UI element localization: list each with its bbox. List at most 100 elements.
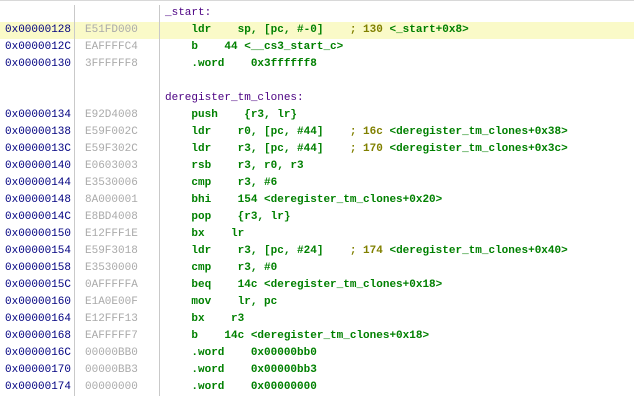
- mnemonic: mov: [191, 296, 211, 308]
- symbol-link[interactable]: <deregister_tm_clones+0x18>: [264, 279, 442, 291]
- address-cell: 0x00000154: [0, 243, 75, 260]
- disassembly-cell: bx r3: [160, 311, 634, 328]
- operands: 0x00000bb0: [251, 347, 317, 359]
- mnemonic: push: [191, 109, 217, 121]
- operands: r0, [pc, #44]: [238, 126, 324, 138]
- mnemonic: beq: [191, 279, 211, 291]
- address-cell: [0, 5, 75, 22]
- indent: [165, 228, 191, 240]
- mnemonic: ldr: [191, 126, 211, 138]
- symbol-link[interactable]: <_start+0x8>: [389, 24, 468, 36]
- disassembly-cell: deregister_tm_clones:: [160, 90, 634, 107]
- symbol-link[interactable]: <deregister_tm_clones+0x3c>: [389, 143, 567, 155]
- instruction-row[interactable]: 0x0000013CE59F302C ldr r3, [pc, #44] ; 1…: [0, 141, 634, 158]
- operands: {r3, lr}: [238, 211, 291, 223]
- disassembly-cell: .word 0x3ffffff8: [160, 56, 634, 73]
- operands: 14c: [238, 279, 264, 291]
- symbol-link[interactable]: <deregister_tm_clones+0x18>: [251, 330, 429, 342]
- indent: [165, 330, 191, 342]
- instruction-row[interactable]: 0x0000017000000BB3 .word 0x00000bb3: [0, 362, 634, 379]
- disassembly-cell: pop {r3, lr}: [160, 209, 634, 226]
- indent: [165, 109, 191, 121]
- indent: [165, 262, 191, 274]
- disassembly-cell: [160, 73, 634, 90]
- address-cell: 0x00000170: [0, 362, 75, 379]
- instruction-row[interactable]: 0x0000015C0AFFFFFA beq 14c <deregister_t…: [0, 277, 634, 294]
- mnemonic: .word: [191, 347, 224, 359]
- opcode-cell: E59F002C: [75, 124, 160, 141]
- instruction-row[interactable]: 0x00000138E59F002C ldr r0, [pc, #44] ; 1…: [0, 124, 634, 141]
- opcode-cell: E12FFF1E: [75, 226, 160, 243]
- disassembly-cell: ldr sp, [pc, #-0] ; 130 <_start+0x8>: [160, 22, 634, 39]
- symbol-link[interactable]: <deregister_tm_clones+0x20>: [264, 194, 442, 206]
- operands: 0x00000bb3: [251, 364, 317, 376]
- mnemonic-gap: [211, 160, 237, 172]
- operands: 0x3ffffff8: [251, 58, 317, 70]
- address-cell: 0x00000168: [0, 328, 75, 345]
- comment-gap: [323, 24, 349, 36]
- instruction-row[interactable]: 0x00000134E92D4008 push {r3, lr}: [0, 107, 634, 124]
- indent: [165, 194, 191, 206]
- mnemonic-gap: [211, 211, 237, 223]
- comment: ; 174: [350, 245, 390, 257]
- operands: r3, [pc, #44]: [238, 143, 324, 155]
- opcode-cell: E12FFF13: [75, 311, 160, 328]
- disassembly-cell: mov lr, pc: [160, 294, 634, 311]
- indent: [165, 296, 191, 308]
- indent: [165, 41, 191, 53]
- instruction-row[interactable]: 0x00000150E12FFF1E bx lr: [0, 226, 634, 243]
- instruction-row[interactable]: 0x0000012CEAFFFFC4 b 44 <__cs3_start_c>: [0, 39, 634, 56]
- operands: sp, [pc, #-0]: [238, 24, 324, 36]
- mnemonic: cmp: [191, 262, 211, 274]
- disassembly-cell: cmp r3, #6: [160, 175, 634, 192]
- mnemonic: .word: [191, 381, 224, 393]
- address-cell: 0x00000158: [0, 260, 75, 277]
- indent: [165, 245, 191, 257]
- instruction-row[interactable]: 0x0000017400000000 .word 0x00000000: [0, 379, 634, 396]
- opcode-cell: E92D4008: [75, 107, 160, 124]
- instruction-row[interactable]: 0x000001488A000001 bhi 154 <deregister_t…: [0, 192, 634, 209]
- instruction-row[interactable]: 0x000001303FFFFFF8 .word 0x3ffffff8: [0, 56, 634, 73]
- instruction-row[interactable]: 0x00000140E0603003 rsb r3, r0, r3: [0, 158, 634, 175]
- instruction-row[interactable]: 0x00000164E12FFF13 bx r3: [0, 311, 634, 328]
- address-cell: 0x00000144: [0, 175, 75, 192]
- mnemonic-gap: [205, 313, 231, 325]
- disassembly-cell: bhi 154 <deregister_tm_clones+0x20>: [160, 192, 634, 209]
- address-cell: 0x00000174: [0, 379, 75, 396]
- opcode-cell: [75, 90, 160, 107]
- instruction-row[interactable]: 0x00000154E59F3018 ldr r3, [pc, #24] ; 1…: [0, 243, 634, 260]
- mnemonic-gap: [211, 245, 237, 257]
- comment-gap: [323, 126, 349, 138]
- instruction-row[interactable]: 0x00000144E3530006 cmp r3, #6: [0, 175, 634, 192]
- indent: [165, 381, 191, 393]
- mnemonic: rsb: [191, 160, 211, 172]
- symbol-link[interactable]: <__cs3_start_c>: [244, 41, 343, 53]
- instruction-row[interactable]: 0x00000168EAFFFFF7 b 14c <deregister_tm_…: [0, 328, 634, 345]
- operands: 44: [224, 41, 244, 53]
- instruction-row[interactable]: 0x0000016C00000BB0 .word 0x00000bb0: [0, 345, 634, 362]
- instruction-row[interactable]: 0x00000158E3530000 cmp r3, #0: [0, 260, 634, 277]
- indent: [165, 24, 191, 36]
- mnemonic: cmp: [191, 177, 211, 189]
- opcode-cell: 00000BB0: [75, 345, 160, 362]
- disassembly-cell: b 14c <deregister_tm_clones+0x18>: [160, 328, 634, 345]
- instruction-row[interactable]: 0x00000128E51FD000 ldr sp, [pc, #-0] ; 1…: [0, 22, 634, 39]
- operands: 0x00000000: [251, 381, 317, 393]
- symbol-link[interactable]: <deregister_tm_clones+0x40>: [389, 245, 567, 257]
- operands: lr: [231, 228, 244, 240]
- mnemonic-gap: [211, 24, 237, 36]
- operands: lr, pc: [238, 296, 278, 308]
- address-cell: [0, 73, 75, 90]
- instruction-row[interactable]: 0x0000014CE8BD4008 pop {r3, lr}: [0, 209, 634, 226]
- opcode-cell: E3530006: [75, 175, 160, 192]
- indent: [165, 313, 191, 325]
- disassembly-cell: ldr r3, [pc, #24] ; 174 <deregister_tm_c…: [160, 243, 634, 260]
- symbol-link[interactable]: <deregister_tm_clones+0x38>: [389, 126, 567, 138]
- mnemonic-gap: [198, 41, 224, 53]
- opcode-cell: 00000BB3: [75, 362, 160, 379]
- comment: ; 170: [350, 143, 390, 155]
- operands: r3, r0, r3: [238, 160, 304, 172]
- instruction-row[interactable]: 0x00000160E1A0E00F mov lr, pc: [0, 294, 634, 311]
- operands: r3, [pc, #24]: [238, 245, 324, 257]
- address-cell: 0x00000160: [0, 294, 75, 311]
